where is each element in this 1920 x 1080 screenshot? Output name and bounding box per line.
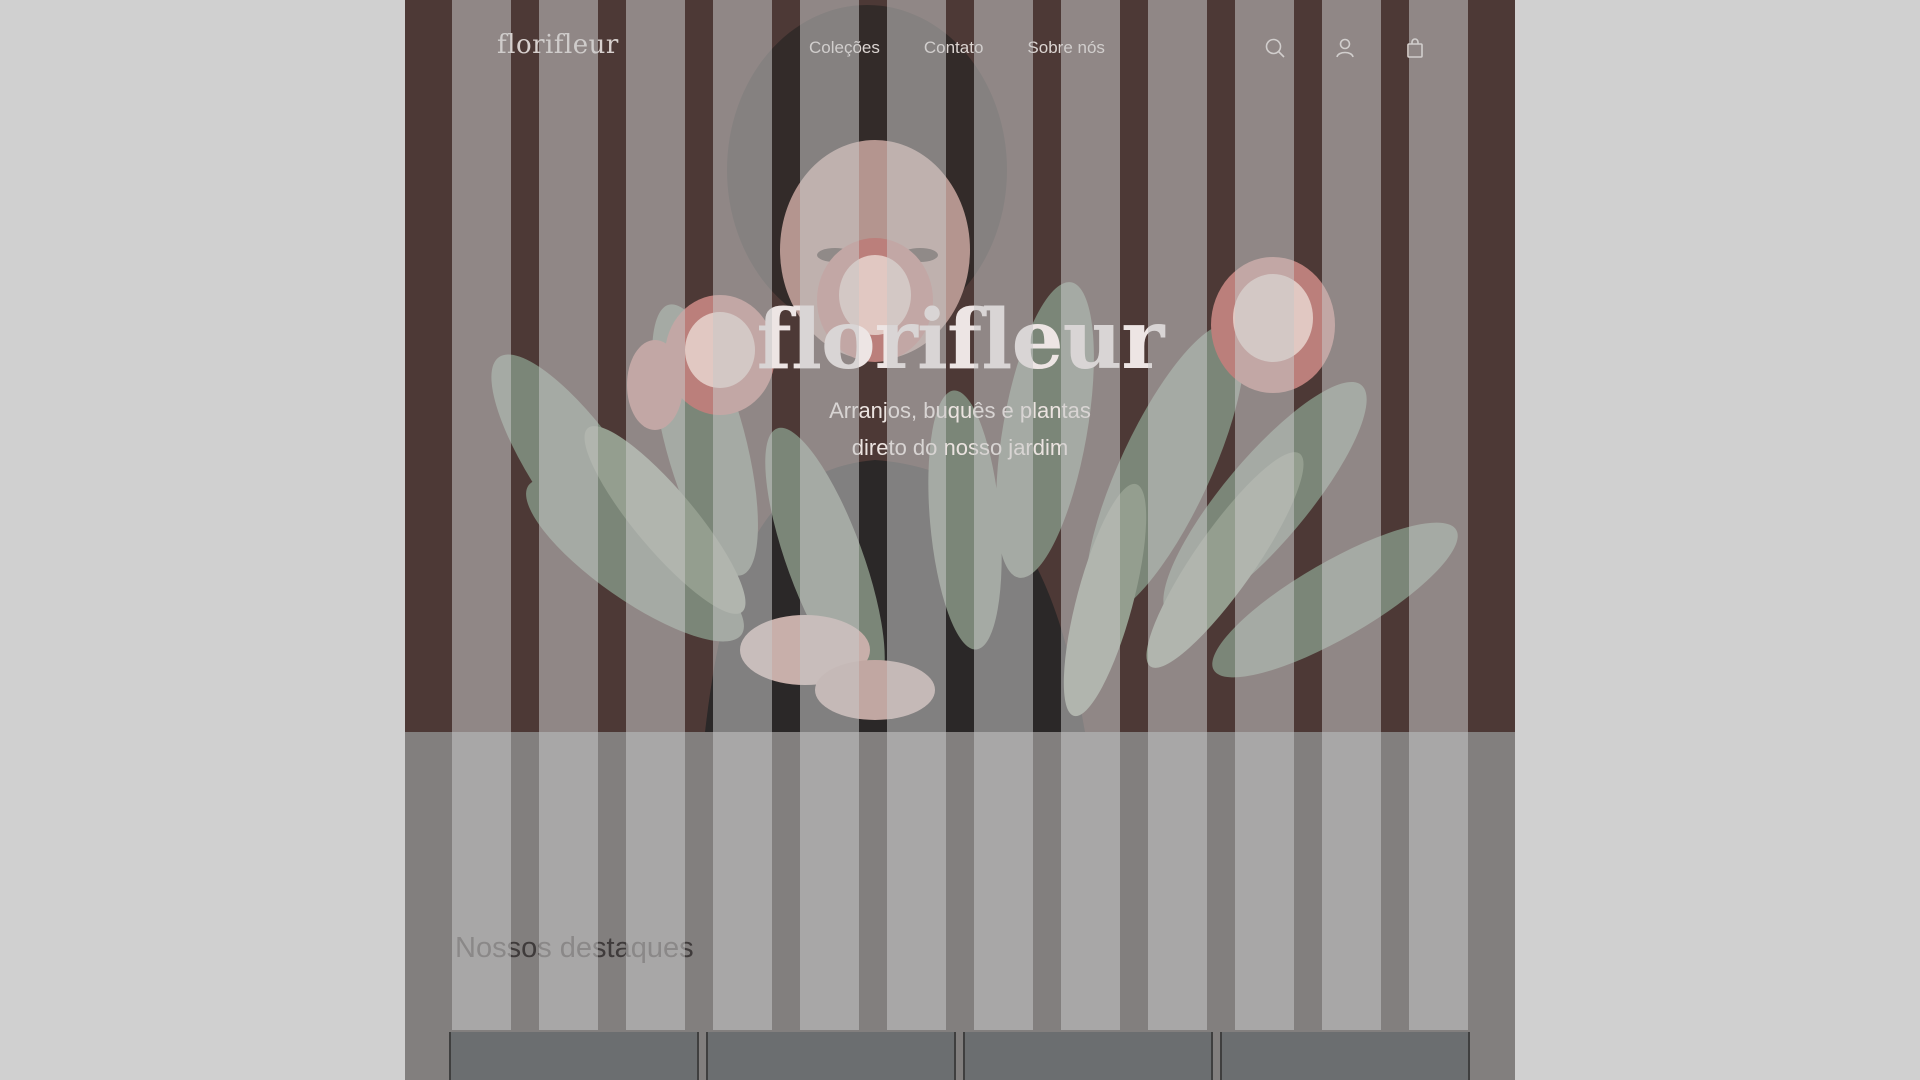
nav-link-colecoes[interactable]: Coleções — [809, 38, 880, 58]
user-icon[interactable] — [1333, 36, 1357, 60]
nav-links: Coleções Contato Sobre nós — [809, 38, 1105, 58]
product-card[interactable] — [706, 1032, 956, 1080]
highlights-title: Nossos destaques — [455, 932, 694, 964]
hero-subtitle-line-1: Arranjos, buquês e plantas — [829, 398, 1091, 423]
nav-icons — [1263, 36, 1427, 60]
nav-link-sobre-nos[interactable]: Sobre nós — [1027, 38, 1105, 58]
product-card[interactable] — [449, 1032, 699, 1080]
product-card[interactable] — [963, 1032, 1213, 1080]
site-logo[interactable]: florifleur — [497, 30, 619, 60]
hero-title: florifleur — [756, 292, 1165, 388]
hero-subtitle: Arranjos, buquês e plantas direto do nos… — [405, 392, 1515, 466]
search-icon[interactable] — [1263, 36, 1287, 60]
page: florifleur Coleções Contato Sobre nós fl… — [405, 0, 1515, 1080]
bag-icon[interactable] — [1403, 36, 1427, 60]
nav-link-contato[interactable]: Contato — [924, 38, 984, 58]
product-card[interactable] — [1220, 1032, 1470, 1080]
hero-subtitle-line-2: direto do nosso jardim — [851, 435, 1069, 460]
top-navigation: florifleur Coleções Contato Sobre nós — [405, 0, 1515, 100]
